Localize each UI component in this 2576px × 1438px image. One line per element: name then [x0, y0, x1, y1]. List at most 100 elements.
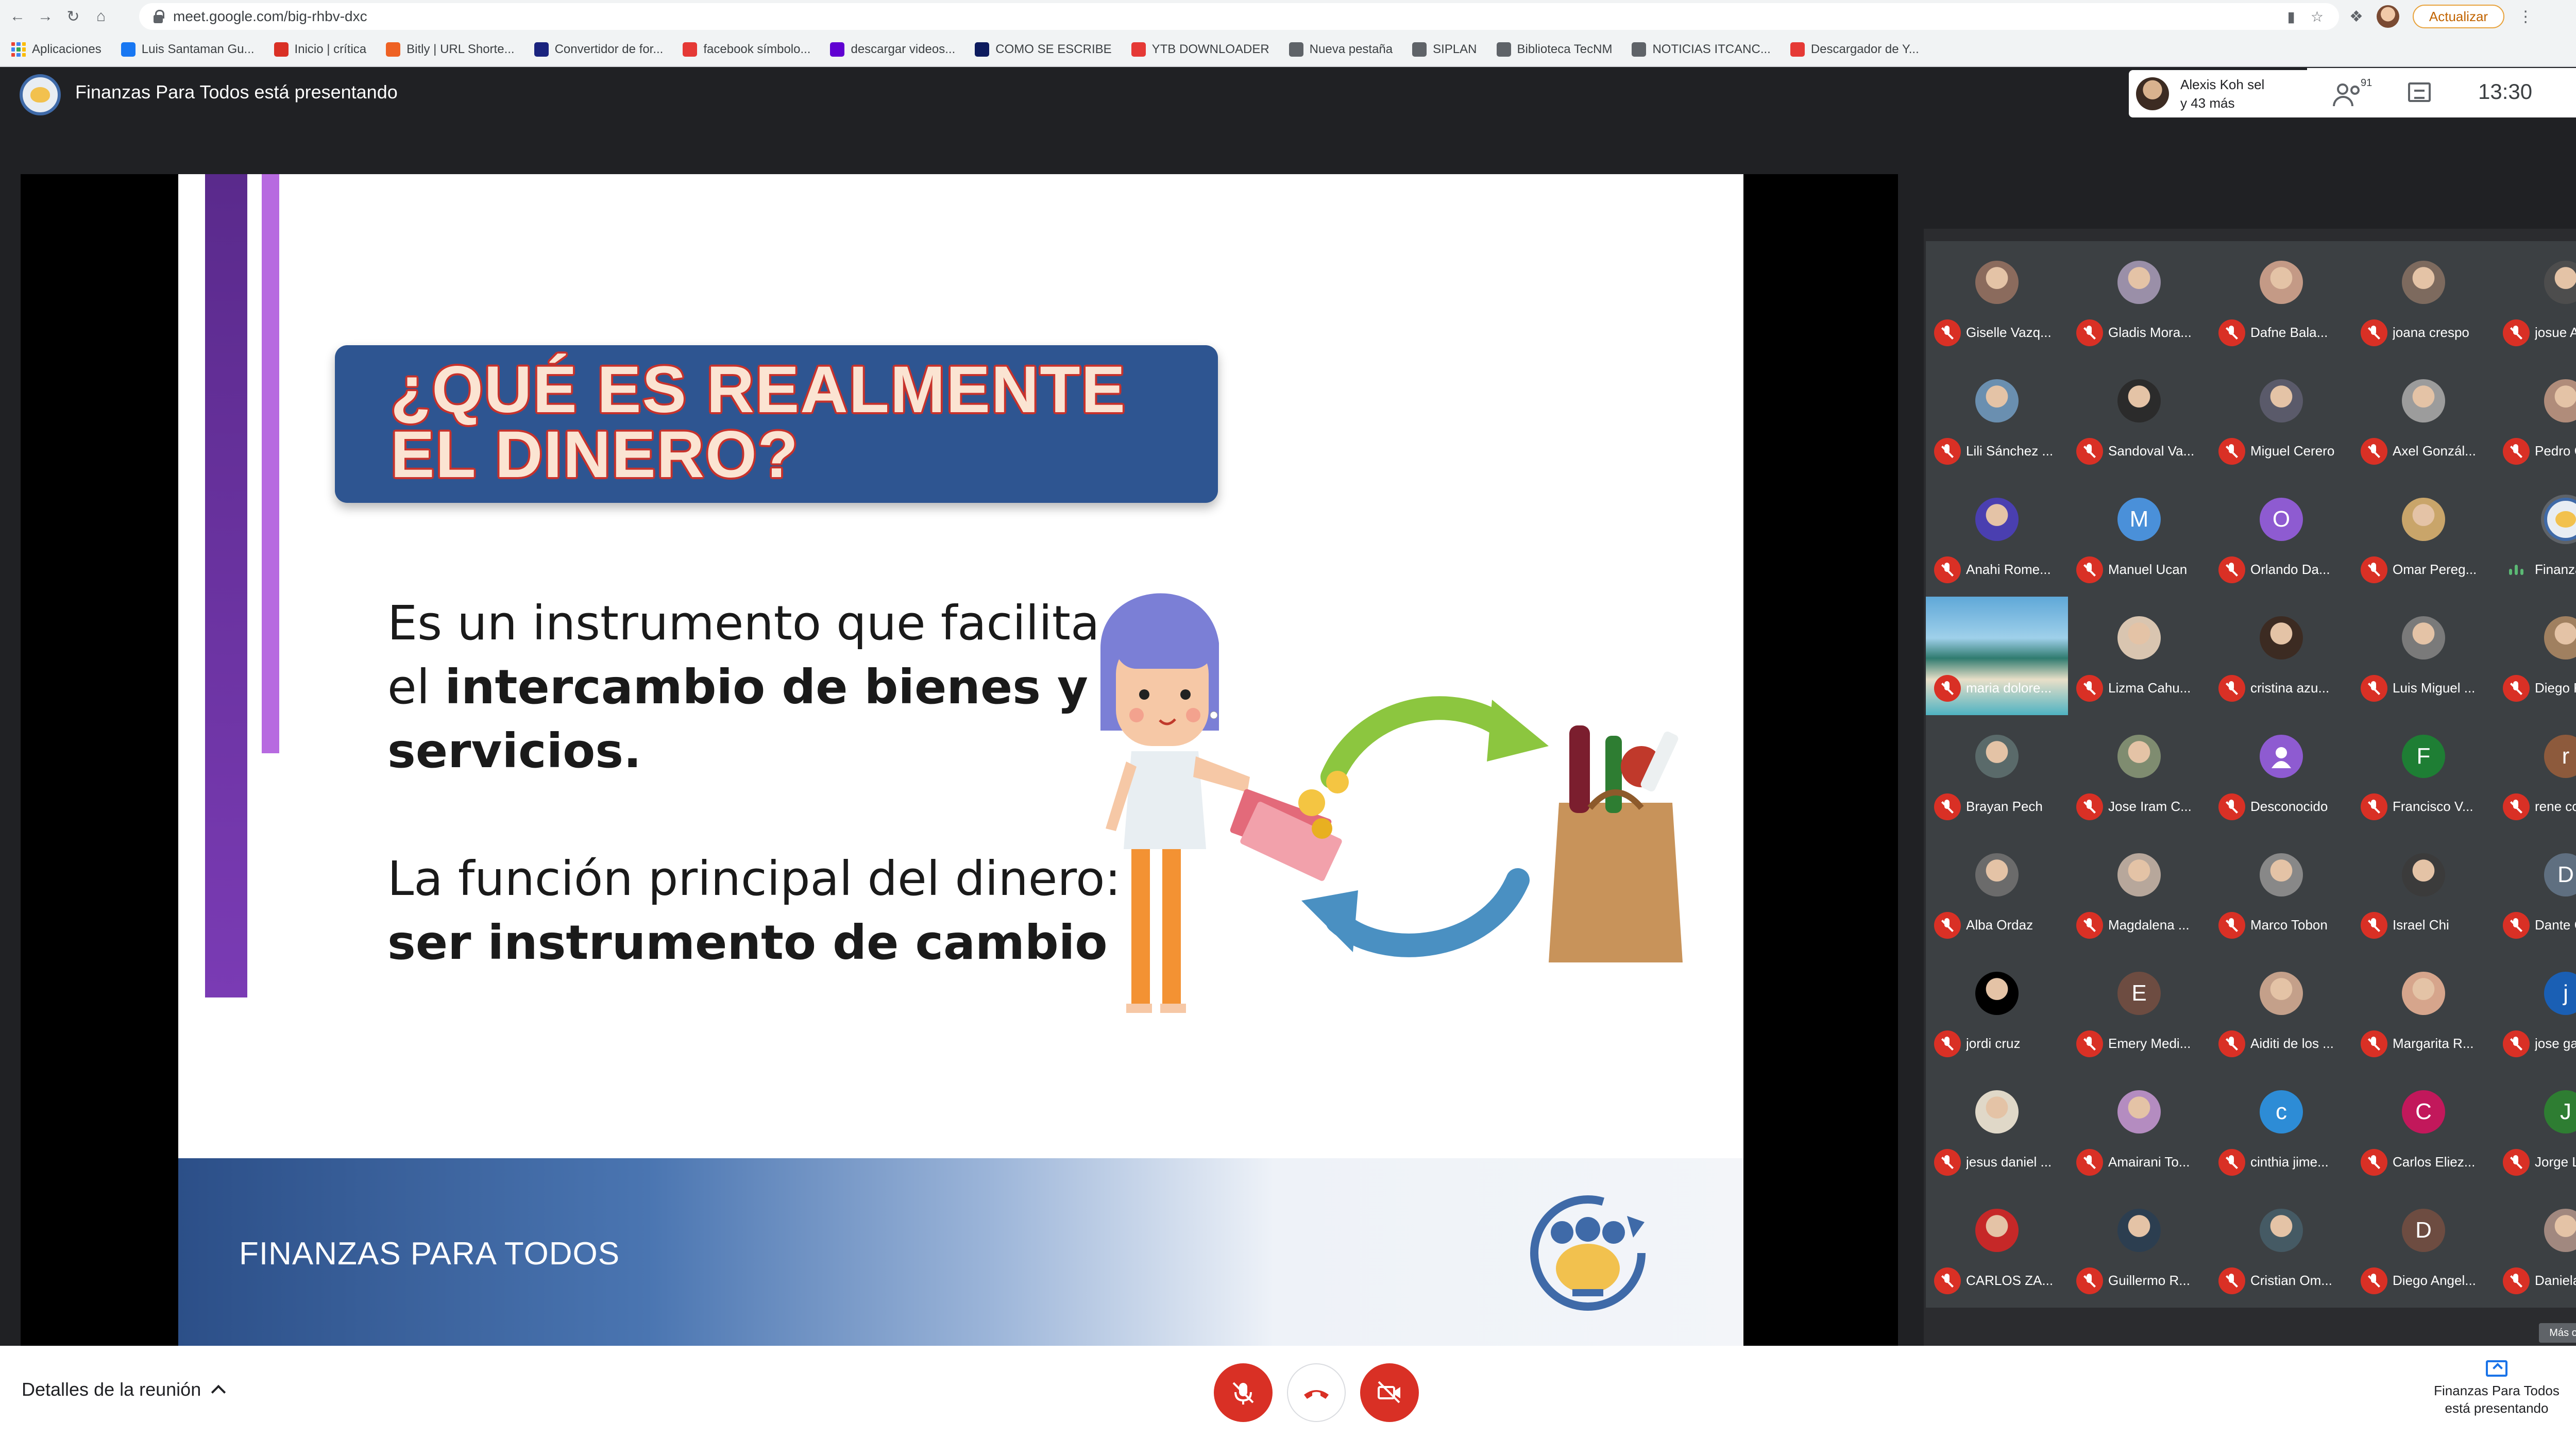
participant-tile[interactable]: Cristian Om... — [2210, 1189, 2352, 1308]
bookmark-item[interactable]: Convertidor de for... — [534, 42, 664, 57]
meeting-details-button[interactable]: Detalles de la reunión — [22, 1379, 226, 1400]
extensions-puzzle-icon[interactable]: ❖ — [2349, 8, 2363, 26]
avatar — [1975, 1090, 2019, 1134]
participant-tile[interactable]: D Dante Clem... — [2495, 834, 2576, 952]
participant-tile[interactable]: Jose Iram C... — [2068, 715, 2210, 834]
update-button[interactable]: Actualizar — [2412, 5, 2505, 28]
participant-tile[interactable]: Desconocido — [2210, 715, 2352, 834]
mic-off-icon — [1934, 1149, 1961, 1176]
mic-off-icon — [2076, 793, 2103, 820]
avatar — [2260, 379, 2303, 422]
bookmark-item[interactable]: facebook símbolo... — [683, 42, 810, 57]
home-icon[interactable]: ⌂ — [91, 6, 111, 27]
bookmark-item[interactable]: SIPLAN — [1412, 42, 1477, 57]
participant-tile[interactable]: cristina azu... — [2210, 597, 2352, 715]
participant-tile[interactable]: Israel Chi — [2352, 834, 2495, 952]
participant-tile[interactable]: O Orlando Da... — [2210, 478, 2352, 597]
bookmark-item[interactable]: Aplicaciones — [11, 42, 101, 57]
slide-footer: FINANZAS PARA TODOS — [178, 1158, 1743, 1346]
star-icon[interactable]: ☆ — [2311, 8, 2324, 25]
bookmark-item[interactable]: NOTICIAS ITCANC... — [1632, 42, 1771, 57]
bookmark-item[interactable]: YTB DOWNLOADER — [1131, 42, 1269, 57]
avatar — [2402, 379, 2445, 422]
browser-menu-icon[interactable]: ⋮ — [2518, 8, 2533, 26]
participant-tile[interactable]: Daniela Caa... — [2495, 1189, 2576, 1308]
participant-tile[interactable]: Magdalena ... — [2068, 834, 2210, 952]
participant-tile[interactable]: jordi cruz — [1926, 952, 2068, 1071]
mic-off-icon — [1934, 319, 1961, 346]
reload-icon[interactable]: ↻ — [63, 6, 83, 27]
profile-avatar[interactable] — [2376, 5, 2399, 28]
bookmark-item[interactable]: Inicio | crítica — [274, 42, 366, 57]
participant-tile[interactable]: Dafne Bala... — [2210, 241, 2352, 360]
meet-top-controls: 91 13:30 Tú — [2307, 68, 2576, 117]
download-icon — [1131, 42, 1146, 57]
bookmark-item[interactable]: descargar videos... — [830, 42, 955, 57]
participant-tile[interactable]: j jose garcia — [2495, 952, 2576, 1071]
participant-tile[interactable]: Anahi Rome... — [1926, 478, 2068, 597]
bookmark-item[interactable]: Descargador de Y... — [1790, 42, 1919, 57]
participant-tile[interactable]: Sandoval Va... — [2068, 360, 2210, 478]
participant-tile[interactable]: J Jorge Loran... — [2495, 1071, 2576, 1189]
camera-icon[interactable]: ▮ — [2287, 8, 2295, 25]
participant-tile[interactable]: Lili Sánchez ... — [1926, 360, 2068, 478]
participant-tile[interactable]: Alba Ordaz — [1926, 834, 2068, 952]
participant-tile[interactable]: jesus daniel ... — [1926, 1071, 2068, 1189]
participant-tile[interactable]: Brayan Pech — [1926, 715, 2068, 834]
participant-tile[interactable]: Axel Gonzál... — [2352, 360, 2495, 478]
participant-tile[interactable]: Pedro Gasp... — [2495, 360, 2576, 478]
participant-tile[interactable]: Guillermo R... — [2068, 1189, 2210, 1308]
address-bar[interactable]: meet.google.com/big-rhbv-dxc ▮ ☆ — [139, 3, 2339, 30]
participant-tile[interactable]: CARLOS ZA... — [1926, 1189, 2068, 1308]
participant-tile[interactable]: Lizma Cahu... — [2068, 597, 2210, 715]
participant-tile[interactable]: M Manuel Ucan — [2068, 478, 2210, 597]
avatar — [2260, 261, 2303, 304]
participant-tile[interactable]: E Emery Medi... — [2068, 952, 2210, 1071]
presenting-status-button[interactable]: Finanzas Para Todos está presentando — [2425, 1360, 2569, 1417]
participant-tile[interactable]: r rene cornelio — [2495, 715, 2576, 834]
participant-name: Margarita R... — [2393, 1036, 2474, 1051]
bookmark-item[interactable]: Nueva pestaña — [1289, 42, 1393, 57]
back-arrow-icon[interactable]: ← — [7, 6, 28, 27]
forward-arrow-icon[interactable]: → — [35, 6, 56, 27]
participant-tile[interactable]: c cinthia jime... — [2210, 1071, 2352, 1189]
camera-toggle-button[interactable] — [1360, 1363, 1419, 1422]
participant-name: Desconocido — [2250, 799, 2328, 814]
mic-off-icon — [2361, 319, 2387, 346]
bookmark-label: Convertidor de for... — [554, 42, 664, 56]
participant-tile[interactable]: Amairani To... — [2068, 1071, 2210, 1189]
participant-tile[interactable]: maria dolore... — [1926, 597, 2068, 715]
mic-off-icon — [2076, 1030, 2103, 1057]
participant-tile[interactable]: Giselle Vazq... — [1926, 241, 2068, 360]
bookmark-label: NOTICIAS ITCANC... — [1652, 42, 1771, 56]
participant-tile[interactable]: Finanzas Pa... — [2495, 478, 2576, 597]
participant-tile[interactable]: C Carlos Eliez... — [2352, 1071, 2495, 1189]
participant-tile[interactable]: Gladis Mora... — [2068, 241, 2210, 360]
avatar — [2117, 1209, 2161, 1252]
participant-name: Brayan Pech — [1966, 799, 2043, 814]
leave-call-button[interactable] — [1287, 1363, 1346, 1422]
participant-tile[interactable]: F Francisco V... — [2352, 715, 2495, 834]
participant-name: Giselle Vazq... — [1966, 325, 2052, 340]
participant-tile[interactable]: josue A. Ma... — [2495, 241, 2576, 360]
mic-off-icon — [2361, 793, 2387, 820]
participants-preview[interactable]: Alexis Koh sel y 43 más — [2129, 70, 2307, 117]
participant-tile[interactable]: Omar Pereg... — [2352, 478, 2495, 597]
participant-name: Diego Ferna... — [2535, 680, 2576, 696]
bookmark-item[interactable]: Bitly | URL Shorte... — [386, 42, 515, 57]
participant-tile[interactable]: Miguel Cerero — [2210, 360, 2352, 478]
avatar-initial: M — [2117, 498, 2161, 541]
participant-tile[interactable]: Marco Tobon — [2210, 834, 2352, 952]
participant-tile[interactable]: Diego Ferna... — [2495, 597, 2576, 715]
bookmark-item[interactable]: Luis Santaman Gu... — [121, 42, 255, 57]
participant-tile[interactable]: Margarita R... — [2352, 952, 2495, 1071]
participant-tile[interactable]: Aiditi de los ... — [2210, 952, 2352, 1071]
bookmark-item[interactable]: COMO SE ESCRIBE — [975, 42, 1112, 57]
participant-tile[interactable]: D Diego Angel... — [2352, 1189, 2495, 1308]
participant-tile[interactable]: joana crespo — [2352, 241, 2495, 360]
chat-icon[interactable] — [2408, 82, 2431, 102]
microphone-toggle-button[interactable] — [1214, 1363, 1273, 1422]
bookmark-item[interactable]: Biblioteca TecNM — [1496, 42, 1612, 57]
participant-tile[interactable]: Luis Miguel ... — [2352, 597, 2495, 715]
participant-name: jordi cruz — [1966, 1036, 2021, 1051]
